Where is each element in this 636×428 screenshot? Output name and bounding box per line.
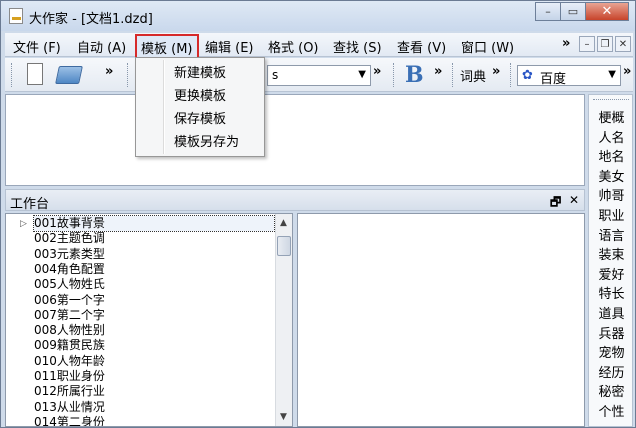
tree-item[interactable]: 011职业身份 xyxy=(34,369,105,384)
tree-item[interactable]: 001故事背景 xyxy=(33,214,275,233)
quick-insert-list: 梗概 人名 地名 美女 帅哥 职业 语言 装束 爱好 特长 道具 兵器 宠物 经… xyxy=(589,107,634,421)
menu-view[interactable]: 查看 (V) xyxy=(397,37,446,56)
toolbar: » s ▼ » B » 词典 » ✿ 百度 ▼ » xyxy=(5,58,633,92)
tree-item[interactable]: 013从业情况 xyxy=(34,400,105,415)
toolbar-grip[interactable] xyxy=(127,63,130,87)
bold-icon[interactable]: B xyxy=(405,62,427,88)
menu-format[interactable]: 格式 (O) xyxy=(268,37,319,56)
search-engine-select[interactable]: ✿ 百度 ▼ xyxy=(517,65,621,87)
scroll-down-icon[interactable]: ▼ xyxy=(280,412,287,422)
toolbar-overflow-button[interactable]: » xyxy=(373,64,381,79)
app-icon xyxy=(9,8,23,24)
menu-file[interactable]: 文件 (F) xyxy=(13,37,61,56)
window-controls: – ▭ ✕ xyxy=(535,2,629,21)
doc-restore-button[interactable]: ❐ xyxy=(597,36,613,52)
tree-scrollbar[interactable]: ▲ ▼ xyxy=(275,214,292,426)
paw-icon: ✿ xyxy=(522,68,533,83)
quick-insert-item[interactable]: 帅哥 xyxy=(589,185,634,205)
doc-minimize-button[interactable]: – xyxy=(579,36,595,52)
menu-find[interactable]: 查找 (S) xyxy=(333,37,382,56)
chevron-down-icon[interactable]: ▼ xyxy=(358,69,366,80)
tree-item[interactable]: 012所属行业 xyxy=(34,384,105,399)
toolbar-overflow-button[interactable]: » xyxy=(492,64,500,79)
menu-auto[interactable]: 自动 (A) xyxy=(77,37,126,56)
tree-item[interactable]: 002主题色调 xyxy=(34,231,105,246)
toolbar-grip[interactable] xyxy=(393,63,396,87)
detail-pane[interactable] xyxy=(297,213,585,427)
quick-insert-item[interactable]: 地名 xyxy=(589,146,634,166)
menu-edit[interactable]: 编辑 (E) xyxy=(205,37,254,56)
workbench-title: 工作台 xyxy=(10,197,50,212)
panel-grip[interactable] xyxy=(593,99,629,100)
new-template-item[interactable]: 新建模板 xyxy=(136,62,264,85)
chevron-down-icon[interactable]: ▼ xyxy=(608,69,616,80)
title-bar[interactable]: 大作家 - [文档1.dzd] – ▭ ✕ xyxy=(1,1,635,31)
tree-item[interactable]: 014第二身份 xyxy=(34,415,105,426)
search-engine-value: 百度 xyxy=(540,72,567,87)
open-folder-icon[interactable] xyxy=(55,66,83,84)
tree-item[interactable]: 008人物性别 xyxy=(34,323,105,338)
quick-insert-item[interactable]: 装束 xyxy=(589,244,634,264)
close-button[interactable]: ✕ xyxy=(585,2,629,21)
quick-insert-item[interactable]: 语言 xyxy=(589,225,634,245)
minimize-button[interactable]: – xyxy=(535,2,561,21)
tree-item[interactable]: 009籍贯民族 xyxy=(34,338,105,353)
tree-item[interactable]: 006第一个字 xyxy=(34,293,105,308)
quick-insert-item[interactable]: 经历 xyxy=(589,362,634,382)
float-panel-icon[interactable]: 🗗 xyxy=(550,193,561,214)
menu-overflow-button[interactable]: » xyxy=(562,36,570,51)
tree-item[interactable]: 005人物姓氏 xyxy=(34,277,105,292)
scroll-up-icon[interactable]: ▲ xyxy=(280,218,287,228)
toolbar-grip[interactable] xyxy=(11,63,14,87)
quick-insert-item[interactable]: 职业 xyxy=(589,205,634,225)
quick-insert-item[interactable]: 个性 xyxy=(589,401,634,421)
toolbar-grip[interactable] xyxy=(452,63,455,87)
workbench-close-button[interactable]: ✕ xyxy=(569,193,579,207)
save-template-item[interactable]: 保存模板 xyxy=(136,108,264,131)
template-menu-dropdown: 新建模板 更换模板 保存模板 模板另存为 xyxy=(135,57,265,157)
scrollbar-thumb[interactable] xyxy=(277,236,291,256)
menu-bar: 文件 (F) 自动 (A) 模板 (M) 编辑 (E) 格式 (O) 查找 (S… xyxy=(5,33,633,61)
tree-expander-icon[interactable]: ▷ xyxy=(20,219,27,229)
toolbar-overflow-button[interactable]: » xyxy=(105,64,113,79)
quick-insert-item[interactable]: 道具 xyxy=(589,303,634,323)
window-title: 大作家 - [文档1.dzd] xyxy=(29,12,153,27)
app-window: 大作家 - [文档1.dzd] – ▭ ✕ 文件 (F) 自动 (A) 模板 (… xyxy=(0,0,636,428)
editor-area[interactable] xyxy=(5,94,585,186)
quick-insert-item[interactable]: 秘密 xyxy=(589,381,634,401)
change-template-item[interactable]: 更换模板 xyxy=(136,85,264,108)
menu-window[interactable]: 窗口 (W) xyxy=(461,37,514,56)
tree-item[interactable]: 004角色配置 xyxy=(34,262,105,277)
workbench-header: 工作台 🗗 ✕ xyxy=(5,189,585,214)
quick-insert-item[interactable]: 宠物 xyxy=(589,342,634,362)
tree-item[interactable]: 010人物年龄 xyxy=(34,354,105,369)
toolbar-grip[interactable] xyxy=(510,63,513,87)
tree-item[interactable]: 003元素类型 xyxy=(34,247,105,262)
tree-item[interactable]: 007第二个字 xyxy=(34,308,105,323)
element-tree: ▷ 001故事背景 002主题色调 003元素类型 004角色配置 005人物姓… xyxy=(5,213,293,427)
menu-gutter xyxy=(163,60,165,154)
toolbar-overflow-button[interactable]: » xyxy=(623,64,631,79)
quick-insert-panel: 梗概 人名 地名 美女 帅哥 职业 语言 装束 爱好 特长 道具 兵器 宠物 经… xyxy=(588,94,633,427)
font-combo-value: s xyxy=(272,68,279,82)
quick-insert-item[interactable]: 梗概 xyxy=(589,107,634,127)
quick-insert-item[interactable]: 特长 xyxy=(589,283,634,303)
new-document-icon[interactable] xyxy=(27,63,43,85)
quick-insert-item[interactable]: 美女 xyxy=(589,166,634,186)
save-template-as-item[interactable]: 模板另存为 xyxy=(136,131,264,154)
quick-insert-item[interactable]: 兵器 xyxy=(589,323,634,343)
quick-insert-item[interactable]: 爱好 xyxy=(589,264,634,284)
font-combo[interactable]: s ▼ xyxy=(267,65,371,86)
quick-insert-item[interactable]: 人名 xyxy=(589,127,634,147)
dictionary-button[interactable]: 词典 xyxy=(460,66,486,85)
toolbar-overflow-button[interactable]: » xyxy=(434,64,442,79)
doc-close-button[interactable]: ✕ xyxy=(615,36,631,52)
restore-button[interactable]: ▭ xyxy=(560,2,586,21)
